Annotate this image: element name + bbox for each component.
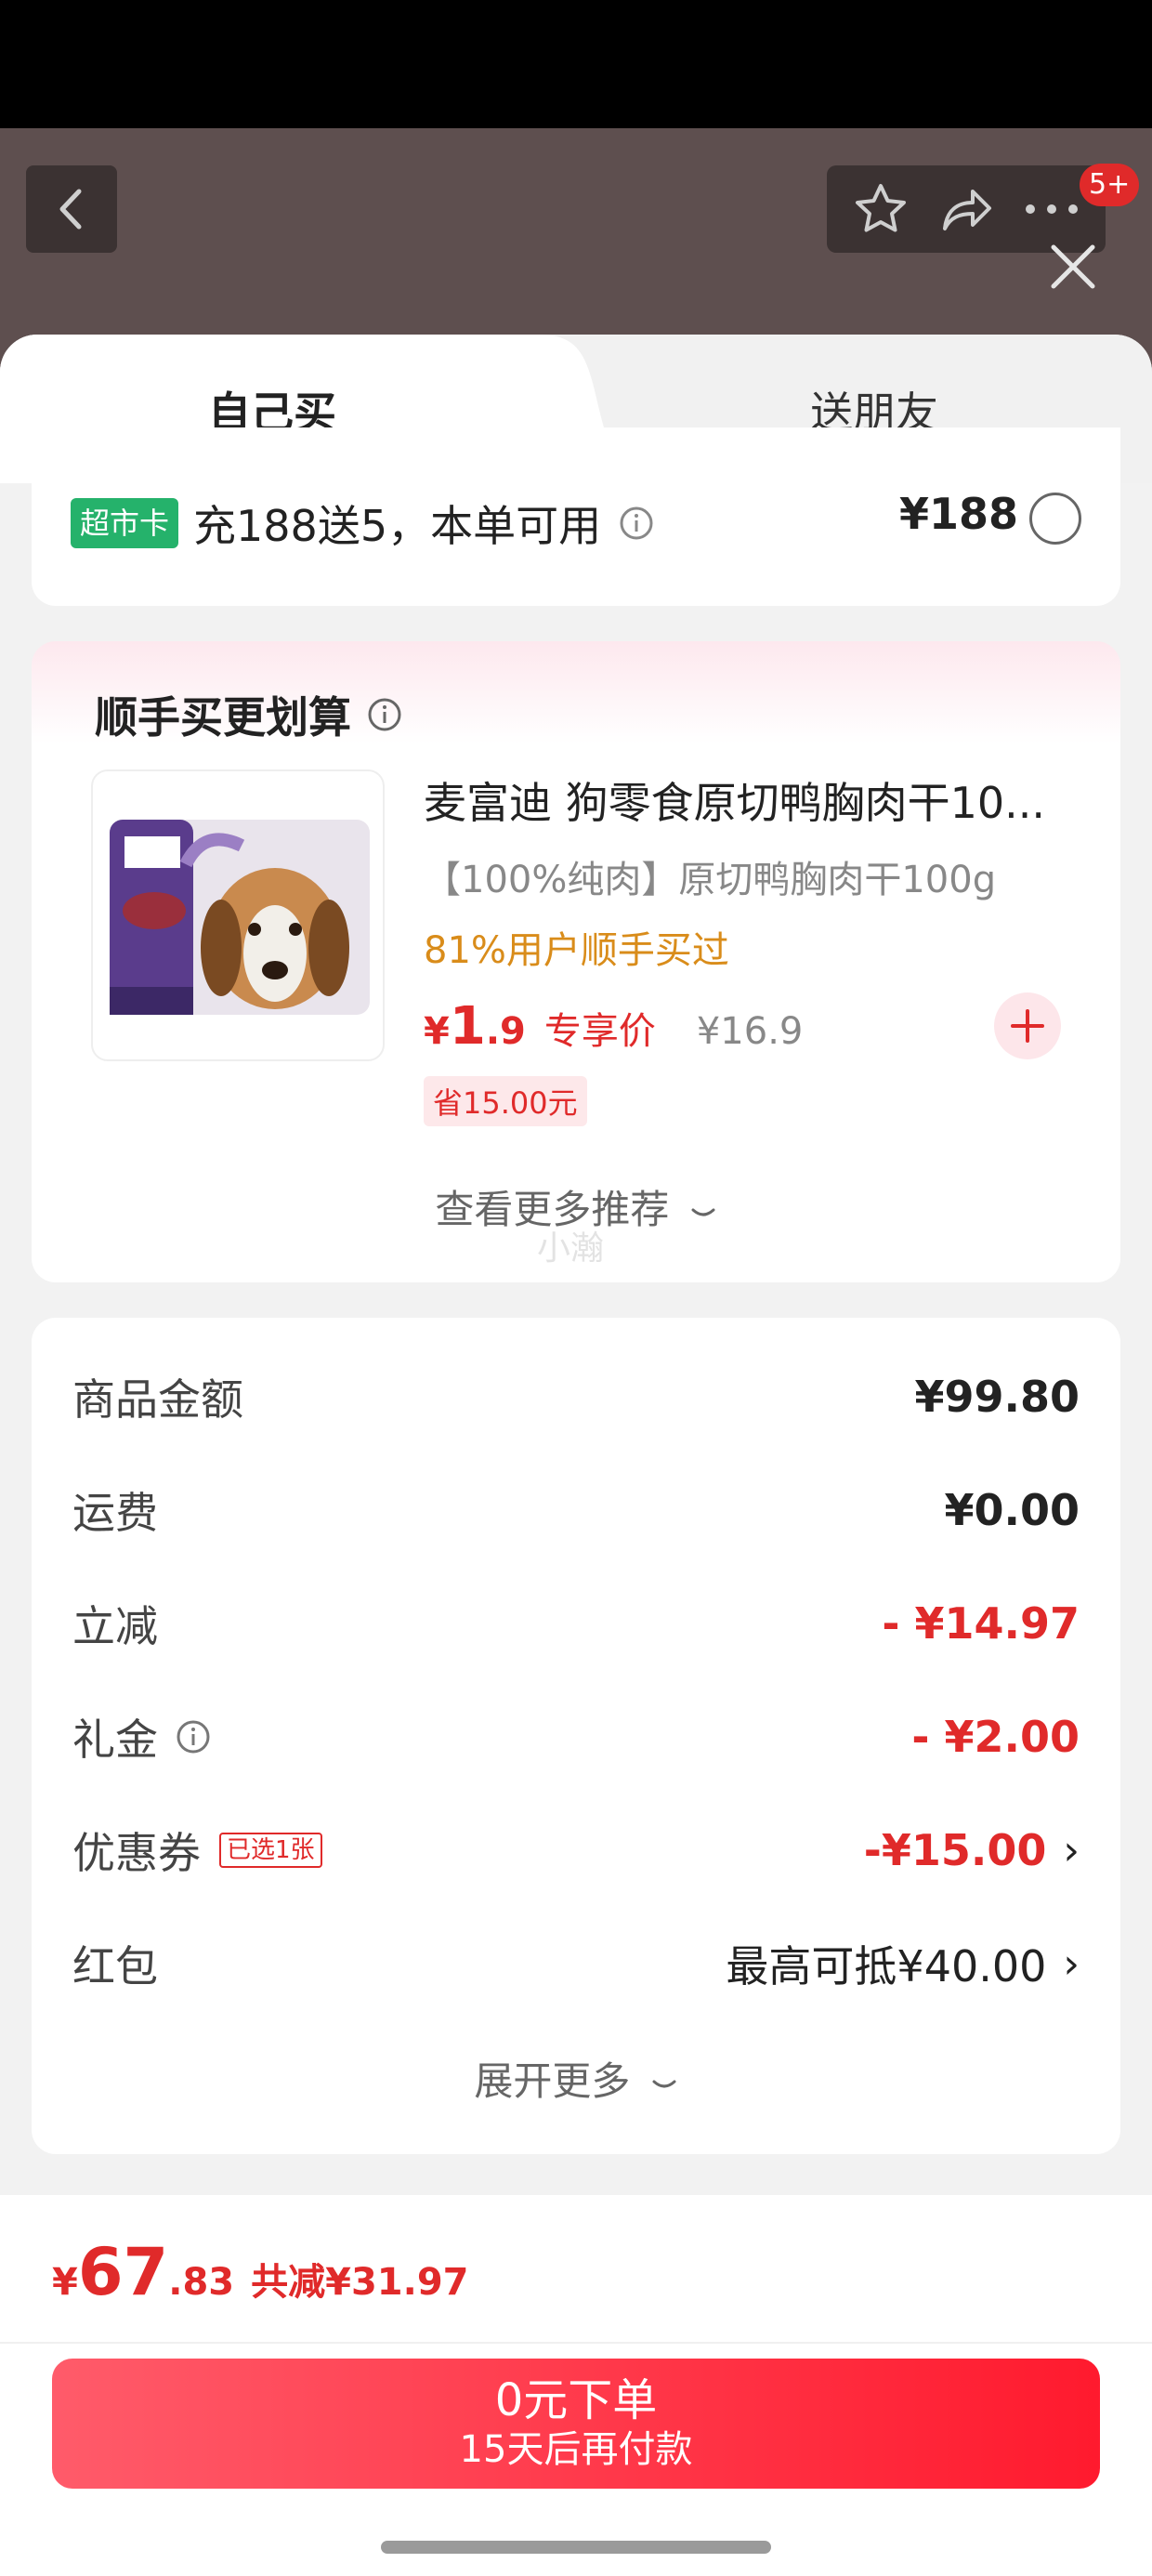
summary-label-text: 礼金 [72,1715,158,1765]
total-discount: 共减¥31.97 [251,2261,469,2304]
product-price-row: ¥ 1 .9 专享价 ¥16.9 [424,996,803,1057]
coupon-value: -¥15.00 [863,1825,1047,1875]
supermarket-card-radio[interactable] [1029,493,1081,545]
notification-badge: 5+ [1080,164,1140,206]
close-icon[interactable] [1044,238,1102,296]
more-icon[interactable] [1019,177,1084,242]
summary-label: 商品金额 [72,1374,243,1425]
recommendation-title: 顺手买更划算 [95,684,403,745]
summary-label-text: 优惠券 [72,1828,201,1878]
summary-value: 最高可抵¥40.00 › [726,1933,1080,1994]
summary-value: - ¥14.97 [882,1598,1080,1649]
expand-more-button[interactable]: 展开更多 [32,2050,1120,2107]
price-decimal: .9 [485,1010,526,1053]
info-icon[interactable] [366,696,403,733]
summary-label: 红包 [72,1941,158,1991]
summary-row-shipping: 运费 ¥0.00 [72,1478,1080,1543]
total-currency: ¥ [52,2261,78,2304]
summary-row-instant-discount: 立减 - ¥14.97 [72,1591,1080,1656]
back-button[interactable] [26,165,117,253]
supermarket-card-tag: 超市卡 [71,498,179,548]
chevron-right-icon: › [1063,1826,1080,1874]
place-order-label: 0元下单 [494,2374,658,2426]
info-icon[interactable] [618,505,655,542]
product-subtitle: 【100%纯肉】原切鸭胸肉干100g [424,859,997,901]
price-currency: ¥ [424,1010,450,1053]
product-name[interactable]: 麦富迪 狗零食原切鸭胸肉干10... [424,769,1074,831]
red-packet-value: 最高可抵¥40.00 [726,1941,1047,1991]
supermarket-offer-text: 充188送5，本单可用 [193,501,602,551]
info-icon[interactable] [175,1718,212,1755]
savings-badge: 省15.00元 [424,1076,587,1126]
watermark: 小瀚 [537,1229,605,1268]
pay-later-label: 15天后再付款 [459,2428,693,2471]
plus-icon [1011,1009,1044,1043]
summary-row-coupon[interactable]: 优惠券 已选1张 -¥15.00 › [72,1818,1080,1883]
expand-more-label: 展开更多 [474,2058,631,2104]
status-bar [0,0,1152,128]
recommendation-title-text: 顺手买更划算 [95,692,351,743]
place-order-button[interactable]: 0元下单 15天后再付款 [52,2359,1100,2489]
summary-row-gift-money: 礼金 - ¥2.00 [72,1704,1080,1769]
summary-row-goods-amount: 商品金额 ¥99.80 [72,1364,1080,1429]
summary-label: 运费 [72,1488,158,1538]
checkout-bar: ¥ 67 .83 共减¥31.97 0元下单 15天后再付款 [0,2195,1152,2576]
chevron-down-icon [691,1208,715,1216]
original-price: ¥16.9 [696,1010,804,1053]
summary-label: 优惠券 已选1张 [72,1820,322,1881]
product-image[interactable] [91,769,385,1061]
summary-value: ¥99.80 [914,1372,1080,1422]
product-purchase-stat: 81%用户顺手买过 [424,929,729,972]
summary-label: 立减 [72,1601,158,1651]
price-summary-card: 商品金额 ¥99.80 运费 ¥0.00 立减 - ¥14.97 礼金 - ¥2… [32,1318,1120,2154]
total-integer: 67 [77,2234,169,2310]
summary-row-red-packet[interactable]: 红包 最高可抵¥40.00 › [72,1931,1080,1996]
share-icon[interactable] [934,177,999,242]
star-icon[interactable] [848,177,913,242]
summary-label: 礼金 [72,1706,212,1768]
chevron-down-icon [652,2080,676,2088]
home-indicator[interactable] [381,2541,771,2554]
divider [0,2342,1152,2344]
chevron-left-icon [59,189,82,230]
summary-value: ¥0.00 [944,1485,1080,1535]
exclusive-price-label: 专享价 [543,1010,656,1053]
coupon-selected-tag: 已选1张 [219,1833,322,1868]
total-price: ¥ 67 .83 共减¥31.97 [52,2234,468,2310]
recommendation-card: 顺手买更划算 麦富迪 狗零食原切鸭胸肉干10... 【100%纯肉】原切鸭胸肉干… [32,641,1120,1282]
chevron-right-icon: › [1063,1939,1080,1988]
add-to-order-button[interactable] [994,992,1061,1059]
summary-value: -¥15.00 › [864,1825,1080,1875]
summary-value: - ¥2.00 [911,1712,1080,1762]
supermarket-card-price: ¥188 [898,489,1018,539]
price-integer: 1 [449,996,486,1057]
total-decimal: .83 [168,2261,235,2304]
supermarket-card-row[interactable]: 超市卡 充188送5，本单可用 ¥188 [32,427,1120,606]
